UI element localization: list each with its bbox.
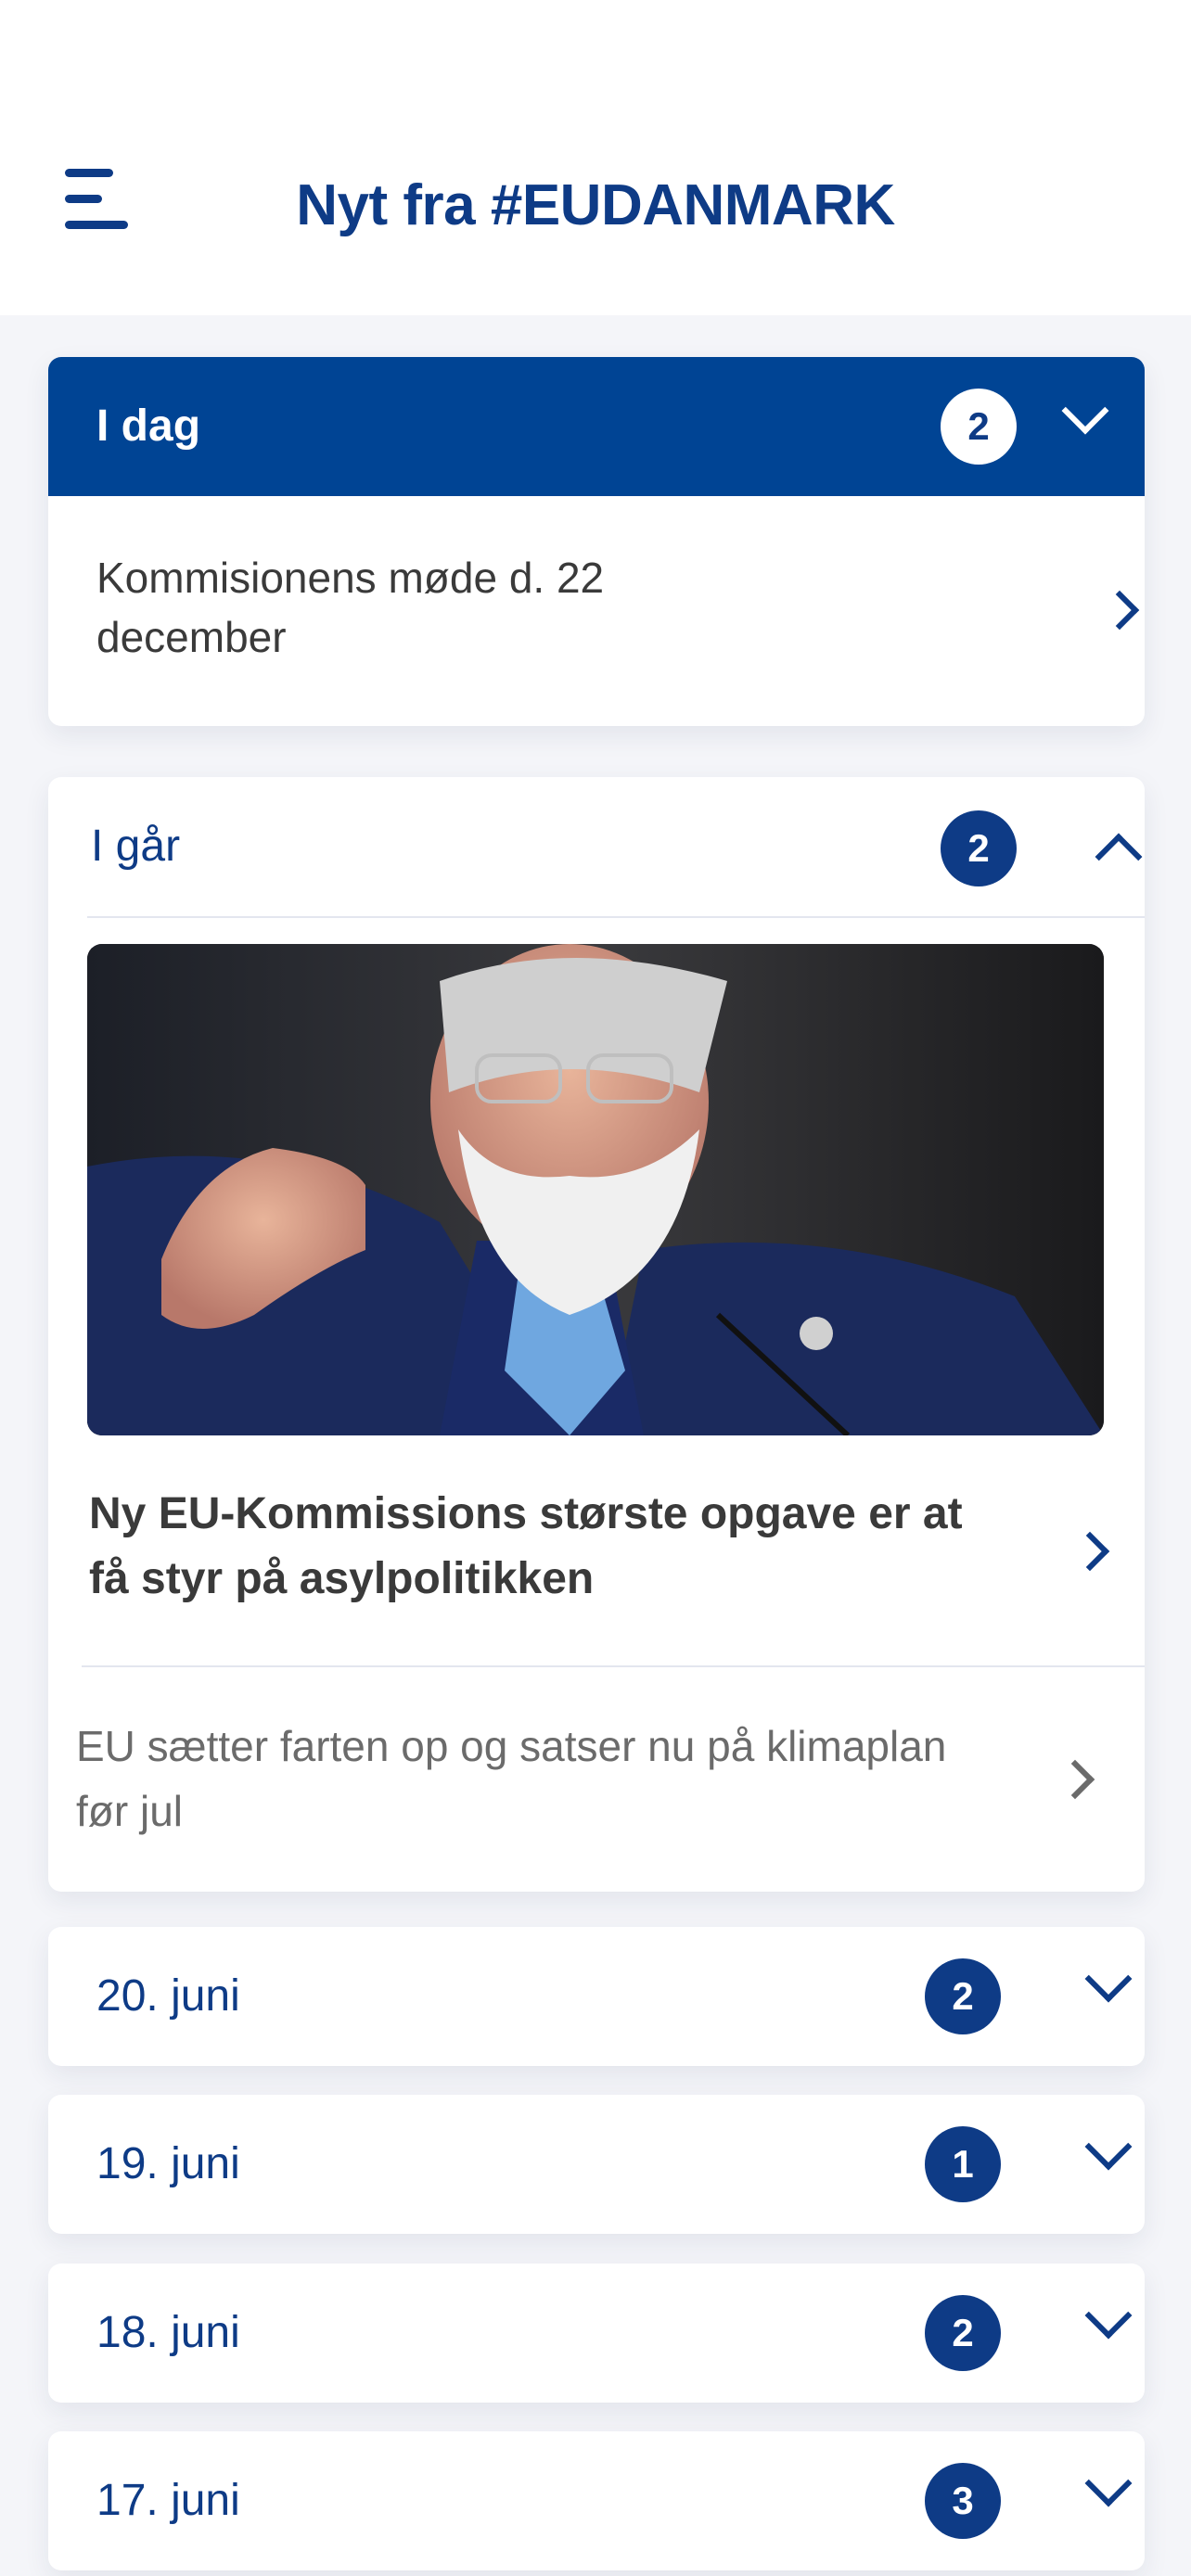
section-jun-18: 18. juni 2 [48,2264,1145,2403]
section-header-yesterday[interactable]: I går 2 [48,777,1145,916]
top-bar: Nyt fra #EUDANMARK [0,0,1191,315]
section-jun-20: 20. juni 2 [48,1927,1145,2066]
page-title: Nyt fra #EUDANMARK [296,173,895,237]
chevron-down-icon[interactable] [1084,1955,1133,2003]
section-header-jun-19[interactable]: 19. juni 1 [48,2095,1145,2234]
section-header-jun-18[interactable]: 18. juni 2 [48,2264,1145,2403]
section-label: I går [91,822,181,871]
section-label: I dag [96,402,201,451]
news-title: Kommisionens møde d. 22 december [96,554,605,661]
section-label: 18. juni [96,2308,240,2357]
count-badge: 1 [925,2126,1001,2202]
section-header-jun-17[interactable]: 17. juni 3 [48,2431,1145,2570]
count-badge: 2 [941,389,1017,465]
count-badge: 2 [925,1958,1001,2034]
count-badge: 3 [925,2463,1001,2539]
list-item[interactable]: Kommisionens møde d. 22 december [48,496,1145,726]
section-label: 19. juni [96,2139,240,2188]
section-jun-19: 19. juni 1 [48,2095,1145,2234]
chevron-down-icon[interactable] [1084,2459,1133,2507]
section-today: I dag 2 Kommisionens møde d. 22 december [48,357,1145,726]
list-item[interactable]: Ny EU-Kommissions største opgave er at f… [48,1463,1145,1630]
count-badge: 2 [941,810,1017,886]
section-label: 17. juni [96,2476,240,2525]
chevron-right-icon [1099,590,1140,631]
section-header-today[interactable]: I dag 2 [48,357,1145,496]
section-yesterday: I går 2 Ny EU-Kommissions største opgave… [48,777,1145,1892]
section-jun-17: 17. juni 3 [48,2431,1145,2570]
chevron-down-icon[interactable] [1084,2291,1133,2340]
section-header-jun-20[interactable]: 20. juni 2 [48,1927,1145,2066]
chevron-right-icon [1055,1759,1095,1800]
news-photo[interactable] [87,944,1104,1435]
news-title: EU sætter farten op og satser nu på klim… [76,1722,947,1835]
divider [87,916,1145,918]
chevron-down-icon[interactable] [1084,2123,1133,2171]
section-label: 20. juni [96,1971,240,2021]
chevron-down-icon[interactable] [1061,387,1109,435]
chevron-right-icon [1069,1531,1110,1572]
count-badge: 2 [925,2295,1001,2371]
list-item[interactable]: EU sætter farten op og satser nu på klim… [48,1665,1145,1892]
news-title: Ny EU-Kommissions største opgave er at f… [89,1489,963,1603]
chevron-up-icon[interactable] [1095,833,1143,881]
